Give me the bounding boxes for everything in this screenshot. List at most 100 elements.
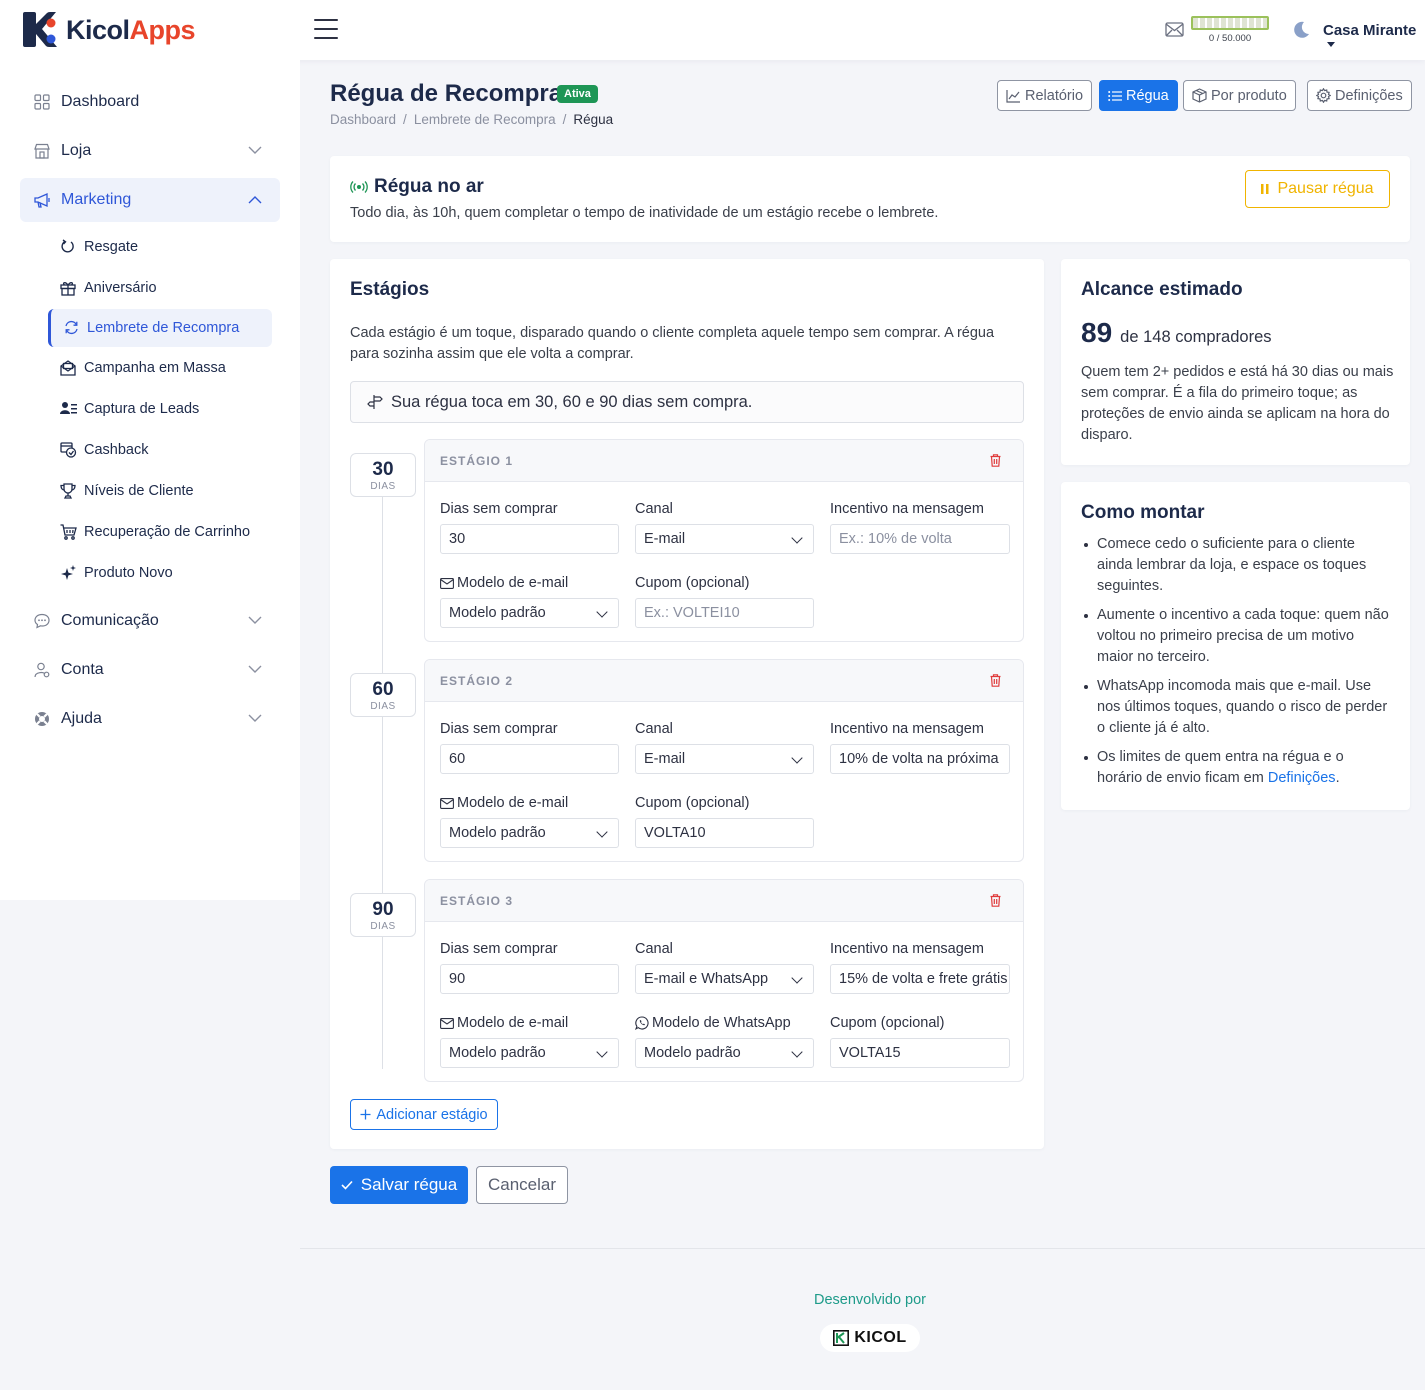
incentive-input[interactable]: 15% de volta e frete grátis — [830, 964, 1010, 994]
box-icon — [1192, 88, 1207, 103]
incentive-label: Incentivo na mensagem — [830, 721, 984, 737]
sidebar-subitem-captura-de-leads[interactable]: Captura de Leads — [48, 390, 272, 428]
chart-line-icon — [1006, 89, 1020, 103]
days-input[interactable]: 60 — [440, 744, 619, 774]
logo[interactable]: KicolApps — [20, 10, 196, 50]
sidebar-item-dashboard[interactable]: Dashboard — [20, 80, 280, 124]
email-quota: 0 / 50.000 — [1191, 16, 1269, 44]
menu-toggle-icon[interactable] — [314, 19, 338, 41]
tab-label: Por produto — [1211, 87, 1287, 104]
status-description: Todo dia, às 10h, quem completar o tempo… — [350, 205, 939, 221]
sidebar-item-marketing[interactable]: Marketing — [20, 178, 280, 222]
sidebar-subitem-resgate[interactable]: Resgate — [48, 228, 272, 266]
incentive-input[interactable]: Ex.: 10% de volta — [830, 524, 1010, 554]
coupon-input[interactable]: VOLTA10 — [635, 818, 814, 848]
whatsapp-template-label-text: Modelo de WhatsApp — [652, 1015, 791, 1031]
sidebar-subitem-label: Lembrete de Recompra — [87, 320, 240, 336]
channel-select[interactable]: E-mail e WhatsApp — [635, 964, 814, 994]
whatsapp-template-label: Modelo de WhatsApp — [635, 1015, 791, 1031]
sidebar-item-label: Conta — [61, 661, 104, 678]
breadcrumb-link-dashboard[interactable]: Dashboard — [330, 112, 396, 127]
sidebar-subitem-campanha-em-massa[interactable]: Campanha em Massa — [48, 349, 272, 387]
whatsapp-icon — [635, 1016, 649, 1030]
channel-select[interactable]: E-mail — [635, 744, 814, 774]
email-template-label: Modelo de e-mail — [440, 1015, 568, 1031]
tab-por-produto[interactable]: Por produto — [1183, 80, 1296, 111]
sidebar-subitem-recuperacao-de-carrinho[interactable]: Recuperação de Carrinho — [48, 513, 272, 551]
email-template-select[interactable]: Modelo padrão — [440, 1038, 619, 1068]
sidebar-item-comunicacao[interactable]: Comunicação — [20, 599, 280, 643]
days-label: Dias sem comprar — [440, 721, 558, 737]
mail-icon[interactable] — [1165, 22, 1184, 37]
incentive-input[interactable]: 10% de volta na próxima — [830, 744, 1010, 774]
sidebar-subitem-lembrete-de-recompra[interactable]: Lembrete de Recompra — [48, 309, 272, 347]
email-template-label: Modelo de e-mail — [440, 795, 568, 811]
settings-link[interactable]: Definições — [1268, 770, 1336, 786]
sidebar-subitem-label: Campanha em Massa — [84, 360, 226, 376]
tab-definicoes[interactable]: Definições — [1307, 80, 1412, 111]
reach-total: de 148 compradores — [1120, 328, 1272, 346]
sidebar-subitem-produto-novo[interactable]: Produto Novo — [48, 554, 272, 592]
stage-card: ESTÁGIO 1 Dias sem comprar 30 Canal E-ma… — [424, 439, 1024, 642]
breadcrumb-current: Régua — [573, 112, 614, 127]
stage-day-marker: 30 DIAS — [350, 453, 416, 497]
email-quota-bar — [1191, 16, 1269, 30]
pause-button[interactable]: Pausar régua — [1245, 170, 1390, 208]
stage-title: ESTÁGIO 3 — [440, 894, 514, 908]
tab-relatorio[interactable]: Relatório — [997, 80, 1093, 111]
user-icon — [34, 662, 50, 678]
footer-divider — [300, 1248, 1425, 1249]
coupon-input[interactable]: VOLTA15 — [830, 1038, 1010, 1068]
sidebar-item-label: Comunicação — [61, 612, 159, 629]
kicol-logo-icon — [833, 1330, 850, 1346]
incentive-label: Incentivo na mensagem — [830, 501, 984, 517]
sidebar-item-loja[interactable]: Loja — [20, 129, 280, 173]
envelope-icon — [440, 577, 454, 589]
incentive-label: Incentivo na mensagem — [830, 941, 984, 957]
coupon-label: Cupom (opcional) — [830, 1015, 945, 1031]
moon-icon[interactable] — [1291, 20, 1311, 40]
user-menu[interactable]: Casa Mirante — [1323, 22, 1425, 56]
email-template-select[interactable]: Modelo padrão — [440, 818, 619, 848]
channel-select[interactable]: E-mail — [635, 524, 814, 554]
breadcrumb-separator: / — [562, 112, 567, 127]
stage-card: ESTÁGIO 2 Dias sem comprar 60 Canal E-ma… — [424, 659, 1024, 862]
logo-text: KicolApps — [66, 14, 196, 45]
whatsapp-template-select[interactable]: Modelo padrão — [635, 1038, 814, 1068]
email-template-select[interactable]: Modelo padrão — [440, 598, 619, 628]
sidebar-subitem-cashback[interactable]: Cashback — [48, 431, 272, 469]
email-quota-text: 0 / 50.000 — [1208, 33, 1252, 44]
reach-card: Alcance estimado 89 de 148 compradores Q… — [1061, 259, 1410, 465]
schedule-summary: Sua régua toca em 30, 60 e 90 dias sem c… — [350, 381, 1024, 423]
envelope-icon — [60, 360, 76, 376]
sidebar-subitem-aniversario[interactable]: Aniversário — [48, 269, 272, 307]
trash-icon[interactable] — [990, 674, 1001, 687]
days-input[interactable]: 30 — [440, 524, 619, 554]
cancel-button[interactable]: Cancelar — [476, 1166, 568, 1204]
footer-brand[interactable]: KICOL — [820, 1324, 920, 1352]
add-stage-button[interactable]: Adicionar estágio — [350, 1099, 498, 1130]
grid-icon — [34, 94, 50, 110]
chat-icon — [34, 613, 50, 629]
coupon-label: Cupom (opcional) — [635, 795, 750, 811]
sidebar-subitem-niveis-de-cliente[interactable]: Níveis de Cliente — [48, 472, 272, 510]
envelope-icon — [440, 1017, 454, 1029]
trash-icon[interactable] — [990, 454, 1001, 467]
refresh-icon — [65, 320, 78, 335]
email-template-label-text: Modelo de e-mail — [457, 795, 569, 811]
save-button[interactable]: Salvar régua — [330, 1166, 468, 1204]
stage-day-number: 90 — [372, 899, 394, 920]
sidebar-item-conta[interactable]: Conta — [20, 648, 280, 692]
breadcrumb-link-lembrete[interactable]: Lembrete de Recompra — [414, 112, 556, 127]
howto-tip: WhatsApp incomoda mais que e-mail. Use n… — [1081, 676, 1391, 739]
sidebar-subitem-label: Cashback — [84, 442, 149, 458]
stage-day-marker: 90 DIAS — [350, 893, 416, 937]
trash-icon[interactable] — [990, 894, 1001, 907]
coupon-input[interactable]: Ex.: VOLTEI10 — [635, 598, 814, 628]
status-title-text: Régua no ar — [374, 176, 484, 197]
sidebar-item-ajuda[interactable]: Ajuda — [20, 697, 280, 741]
pause-label: Pausar régua — [1277, 180, 1374, 197]
days-input[interactable]: 90 — [440, 964, 619, 994]
tab-regua[interactable]: Régua — [1099, 80, 1178, 111]
chevron-down-icon — [248, 665, 262, 673]
